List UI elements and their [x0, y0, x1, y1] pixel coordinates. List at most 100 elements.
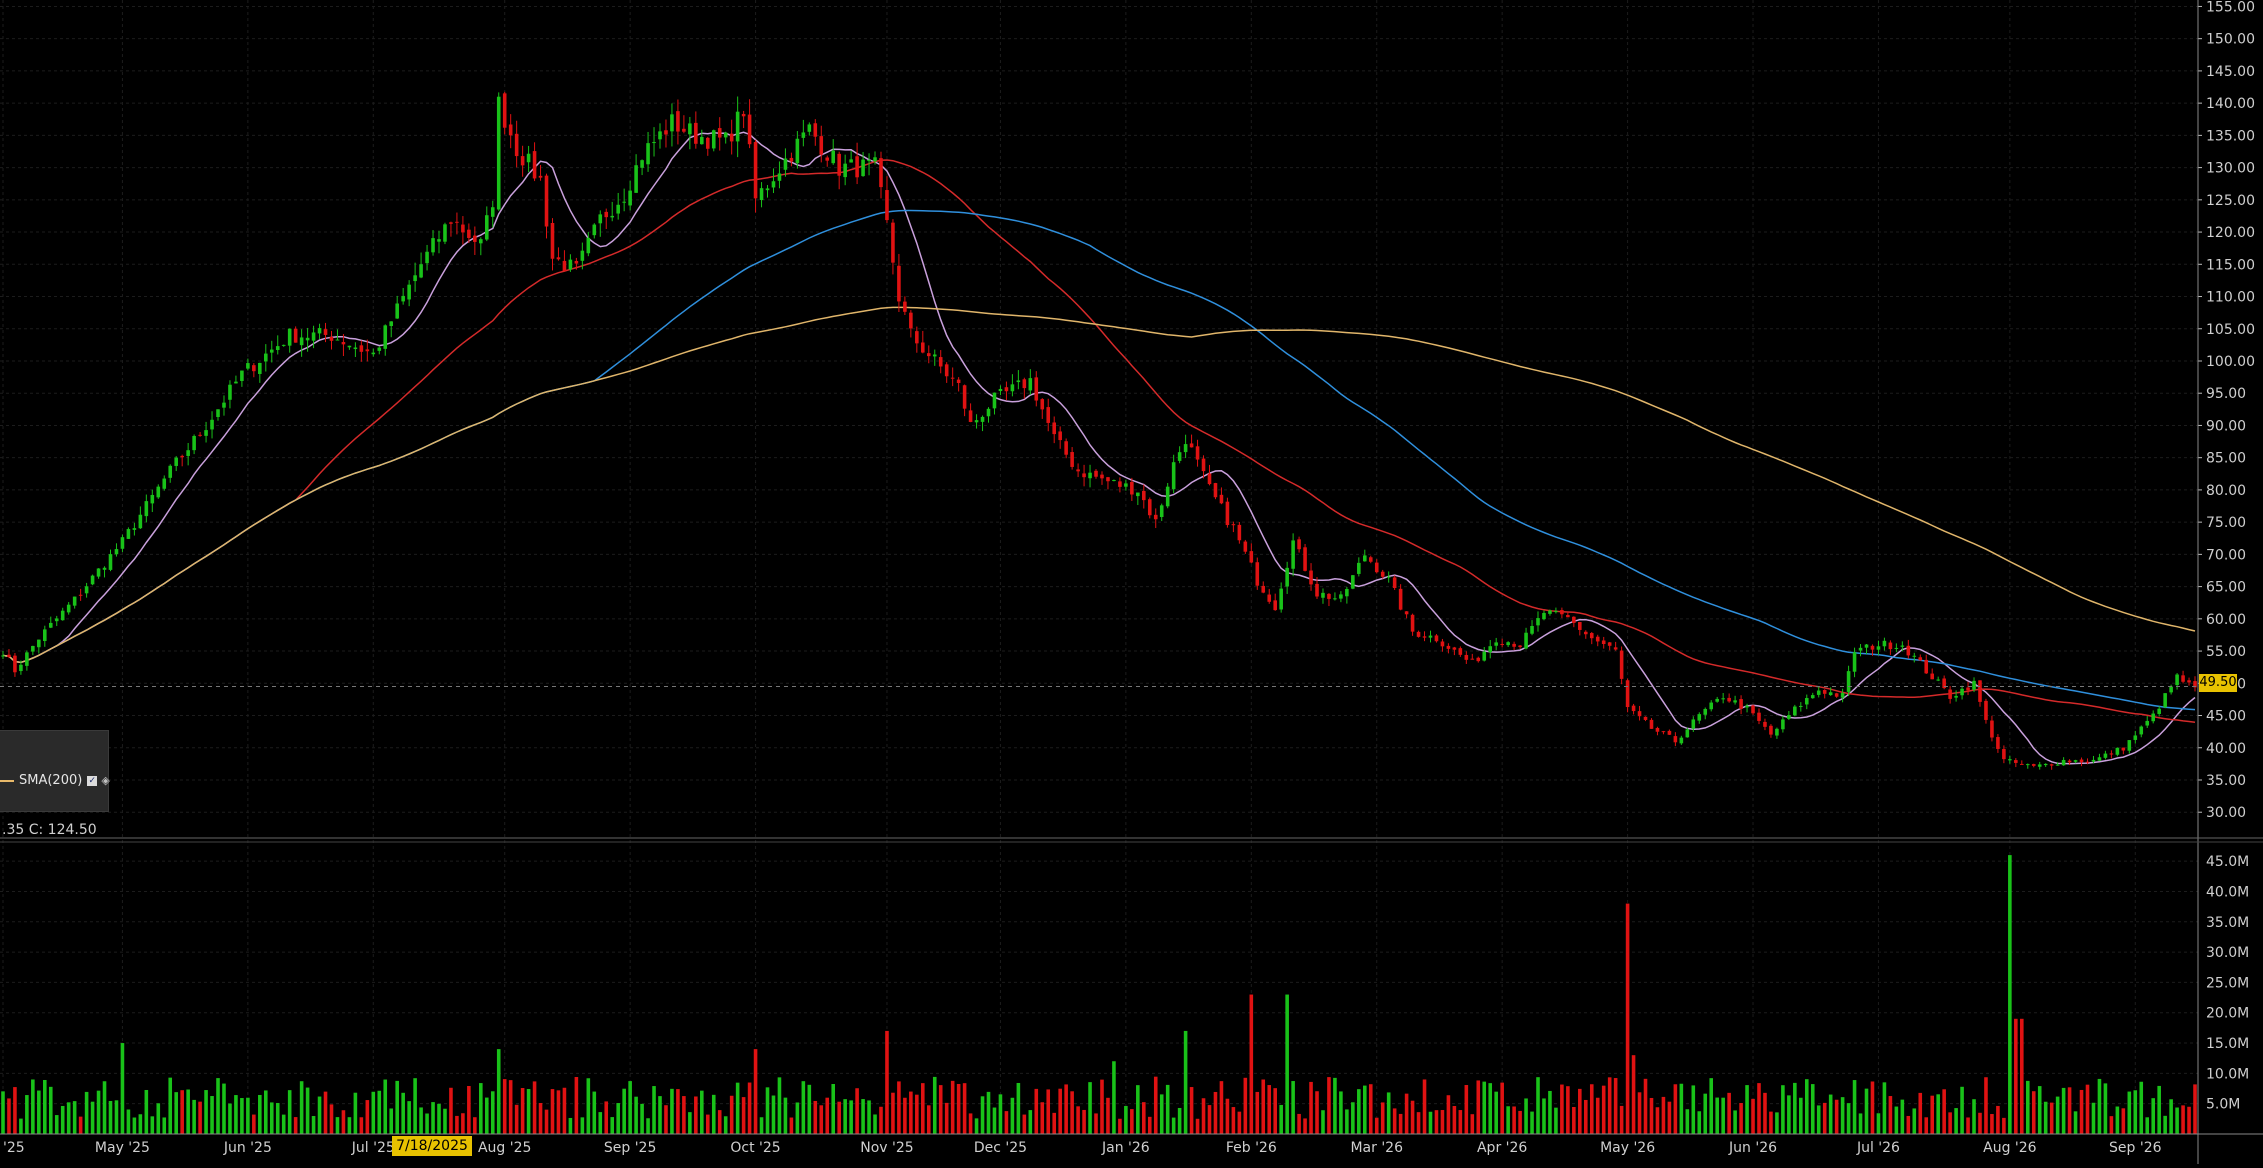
volume-bar — [2085, 1084, 2090, 1134]
volume-bar — [1727, 1092, 1731, 1134]
volume-bar — [425, 1113, 429, 1134]
volume-bar — [592, 1091, 597, 1134]
candle-body — [885, 190, 889, 221]
volume-bar — [341, 1110, 346, 1134]
candle-body — [1321, 592, 1325, 598]
candle-body — [538, 175, 543, 178]
candle-body — [1804, 698, 1809, 705]
volume-bar — [216, 1078, 220, 1134]
volume-bar — [1434, 1110, 1439, 1134]
candle-body — [1345, 588, 1349, 597]
volume-bar — [1804, 1079, 1809, 1134]
candle-body — [496, 96, 501, 210]
candle-body — [1231, 524, 1236, 526]
candle-body — [1613, 647, 1618, 650]
candle-body — [1578, 622, 1582, 630]
volume-bar — [544, 1109, 549, 1134]
candle-body — [162, 478, 167, 489]
volume-bar — [1476, 1080, 1481, 1134]
crosshair-date-badge: 7/18/2025 — [392, 1136, 472, 1156]
volume-bar — [1512, 1106, 1516, 1134]
candle-body — [484, 215, 489, 240]
volume-bar — [78, 1116, 83, 1134]
candle-body — [1076, 469, 1080, 472]
candle-body — [735, 111, 740, 142]
volume-bar — [1924, 1117, 1929, 1134]
volume-bar — [532, 1081, 537, 1134]
volume-bar — [1171, 1117, 1176, 1134]
stock-chart[interactable]: '25 May '25 Jun '25 Jul '25 Aug '25 Sep '25 Oc… — [0, 0, 2263, 1164]
candle-body — [2109, 753, 2114, 755]
volume-bar — [1560, 1084, 1564, 1134]
candle-body — [1136, 492, 1140, 497]
candle-body — [287, 328, 292, 346]
volume-bar — [747, 1082, 752, 1134]
y-tick-label: 130.00 — [2206, 161, 2255, 177]
volume-bar — [25, 1095, 29, 1134]
candle-body — [1249, 551, 1254, 563]
volume-bar — [1410, 1100, 1415, 1134]
y-tick-label: 90.00 — [2206, 418, 2246, 434]
candle-body — [741, 113, 746, 117]
candle-body — [1906, 645, 1911, 656]
candle-body — [574, 260, 579, 264]
volume-bar — [1757, 1083, 1761, 1134]
volume-bar — [1978, 1112, 1982, 1134]
candle-body — [1661, 731, 1666, 733]
candle-body — [1566, 615, 1570, 618]
volume-bar — [1990, 1114, 1994, 1134]
volume-bar — [556, 1090, 561, 1134]
candle-body — [1757, 712, 1761, 721]
indicator-legend[interactable]: SMA(200) ✓ ◈ — [0, 730, 110, 812]
volume-bar — [365, 1100, 370, 1134]
candle-body — [2008, 759, 2012, 761]
candle-body — [592, 224, 597, 236]
y-tick-label: 35.00 — [2206, 773, 2246, 789]
y-tick-label: 155.00 — [2206, 0, 2255, 15]
volume-bar — [1685, 1109, 1690, 1134]
candle-body — [335, 339, 340, 341]
candle-body — [269, 349, 274, 353]
candle-body — [1697, 714, 1702, 721]
candle-body — [2163, 693, 2167, 708]
volume-bar — [801, 1081, 806, 1134]
candle-body — [1751, 705, 1755, 714]
volume-bar — [992, 1107, 997, 1134]
candle-body — [31, 645, 35, 652]
candle-body — [2187, 680, 2191, 683]
candle-body — [807, 124, 812, 132]
volume-bar — [2061, 1087, 2066, 1134]
volume-bar — [676, 1089, 680, 1134]
volume-bar — [825, 1097, 830, 1134]
candle-body — [1201, 458, 1206, 472]
volume-bar — [1542, 1098, 1546, 1134]
candle-body — [1357, 562, 1361, 574]
x-tick-label: Sep '26 — [2109, 1140, 2162, 1156]
candle-body — [90, 575, 95, 585]
volume-bar — [610, 1117, 615, 1134]
candle-body — [311, 332, 316, 341]
legend-row-sma200[interactable]: SMA(200) ✓ ◈ — [0, 773, 110, 788]
volume-bar — [723, 1116, 728, 1134]
volume-bar — [1130, 1109, 1134, 1134]
candle-body — [2139, 726, 2144, 735]
chart-canvas[interactable]: '25 May '25 Jun '25 Jul '25 Aug '25 Sep '25 Oc… — [0, 0, 2263, 1164]
volume-bar — [1870, 1081, 1875, 1134]
volume-bar — [574, 1077, 579, 1134]
candle-body — [1183, 444, 1188, 453]
volume-bar — [628, 1081, 632, 1134]
candle-body — [550, 222, 555, 259]
candle-body — [78, 594, 83, 596]
candle-body — [1159, 505, 1164, 518]
candle-body — [1972, 680, 1976, 690]
candle-body — [1852, 652, 1857, 672]
candle-body — [1297, 539, 1301, 550]
volume-bar — [1339, 1091, 1343, 1134]
candle-body — [676, 111, 680, 132]
eye-icon[interactable]: ◈ — [101, 774, 109, 787]
y-tick-label: 115.00 — [2206, 257, 2255, 273]
x-tick-label: May '26 — [1600, 1140, 1655, 1156]
candle-body — [263, 353, 268, 362]
volume-bar — [861, 1099, 865, 1134]
checkbox-icon[interactable]: ✓ — [87, 775, 98, 786]
